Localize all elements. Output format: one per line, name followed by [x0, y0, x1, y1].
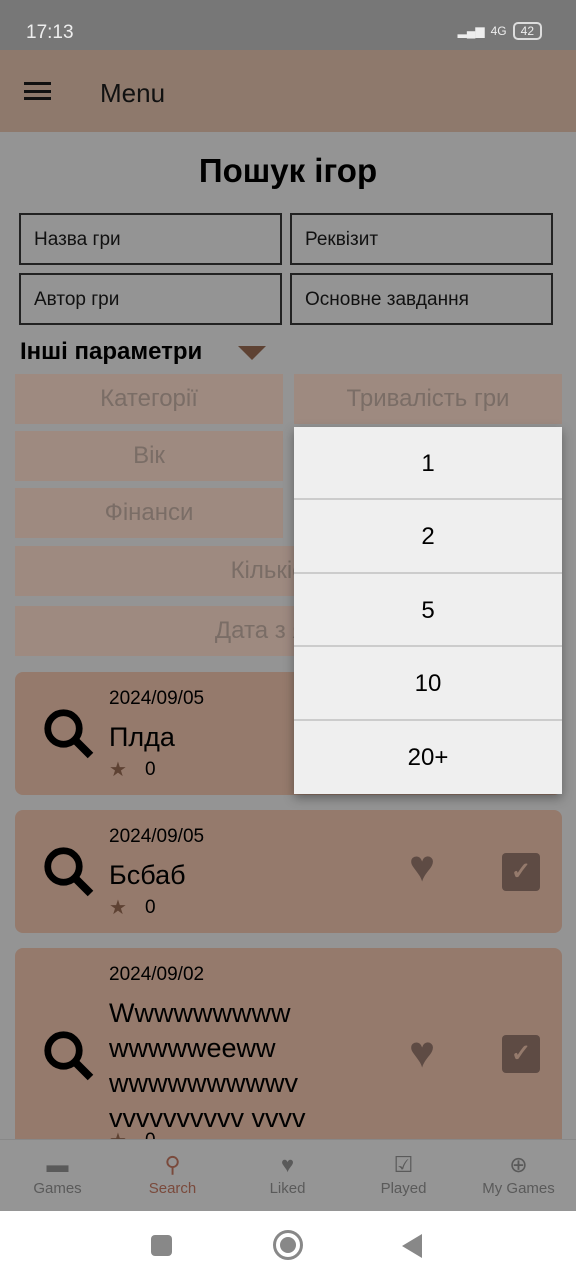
card-name: Бсбаб — [109, 860, 186, 890]
card-rating: 0 — [145, 897, 156, 918]
finance-filter[interactable]: Фінанси — [15, 488, 283, 538]
clock: 17:13 — [26, 22, 74, 43]
other-params-toggle[interactable]: Інші параметри — [20, 338, 202, 366]
nav-liked[interactable]: ♥ Liked — [230, 1140, 345, 1198]
nav-label: My Games — [482, 1180, 555, 1197]
star-icon: ★ — [109, 759, 127, 781]
checkbox-icon: ☑ — [393, 1152, 414, 1177]
nav-games[interactable]: ▬ Games — [0, 1140, 115, 1198]
system-navigation-bar — [0, 1211, 576, 1280]
card-name: Wwwwwwwww wwwwweeww wwwwwwwwwv vvvvvvvvv… — [109, 998, 306, 1133]
home-button[interactable] — [273, 1230, 303, 1260]
duration-dropdown: 1 2 5 10 20+ — [294, 427, 562, 794]
status-bar: 17:13 ▂▄▆ 4G 42 — [0, 0, 576, 50]
status-icons: ▂▄▆ 4G 42 — [458, 22, 542, 40]
dropdown-option[interactable]: 2 — [294, 500, 562, 574]
props-input[interactable]: Реквізит — [290, 213, 553, 265]
page-title: Пошук ігор — [198, 152, 378, 189]
battery-icon: 42 — [512, 22, 542, 40]
author-input[interactable]: Автор гри — [19, 273, 282, 325]
caret-down-icon[interactable] — [238, 346, 266, 360]
signal-icon: ▂▄▆ — [457, 24, 485, 38]
nav-label: Games — [33, 1180, 82, 1197]
search-icon — [44, 1031, 94, 1081]
nav-label: Search — [148, 1180, 197, 1197]
add-circle-icon: ⊕ — [509, 1152, 528, 1177]
folder-icon: ▬ — [46, 1152, 69, 1177]
star-icon: ★ — [109, 897, 127, 919]
search-icon — [44, 847, 94, 897]
search-icon — [44, 709, 94, 759]
game-card[interactable]: 2024/09/05 Бсбаб ★ 0 ♥ ✓ — [15, 810, 562, 933]
game-name-input[interactable]: Назва гри — [19, 213, 282, 265]
dropdown-option[interactable]: 20+ — [294, 721, 562, 794]
nav-search[interactable]: ⚲ Search — [115, 1140, 230, 1198]
card-date: 2024/09/05 — [109, 688, 205, 709]
categories-filter[interactable]: Категорії — [15, 374, 283, 424]
nav-label: Liked — [269, 1180, 306, 1197]
nav-label: Played — [380, 1180, 427, 1197]
played-checkbox-icon[interactable]: ✓ — [502, 853, 540, 891]
age-filter[interactable]: Вік — [15, 431, 283, 481]
recents-button[interactable] — [151, 1235, 172, 1256]
card-date: 2024/09/05 — [109, 826, 205, 847]
search-icon: ⚲ — [164, 1152, 181, 1177]
heart-icon: ♥ — [280, 1152, 295, 1177]
duration-filter[interactable]: Тривалість гри — [294, 374, 562, 424]
dropdown-option[interactable]: 1 — [294, 427, 562, 501]
card-date: 2024/09/02 — [109, 964, 205, 985]
dropdown-option[interactable]: 5 — [294, 574, 562, 648]
nav-played[interactable]: ☑ Played — [346, 1140, 461, 1198]
network-type: 4G — [490, 24, 507, 38]
hamburger-menu-icon[interactable] — [24, 82, 51, 100]
app-bar-title: Menu — [100, 78, 166, 108]
played-checkbox-icon[interactable]: ✓ — [502, 1035, 540, 1073]
main-task-input[interactable]: Основне завдання — [290, 273, 553, 325]
nav-my-games[interactable]: ⊕ My Games — [461, 1140, 576, 1198]
dropdown-option[interactable]: 10 — [294, 647, 562, 721]
back-button[interactable] — [402, 1234, 422, 1258]
card-rating: 0 — [145, 759, 156, 780]
game-card[interactable]: 2024/09/02 Wwwwwwwww wwwwweeww wwwwwwwww… — [15, 948, 562, 1168]
app-bar: Menu — [0, 50, 576, 132]
like-heart-icon[interactable]: ♥ — [409, 842, 435, 892]
like-heart-icon[interactable]: ♥ — [409, 1028, 435, 1078]
bottom-navigation: ▬ Games ⚲ Search ♥ Liked ☑ Played ⊕ My Games — [0, 1139, 576, 1211]
